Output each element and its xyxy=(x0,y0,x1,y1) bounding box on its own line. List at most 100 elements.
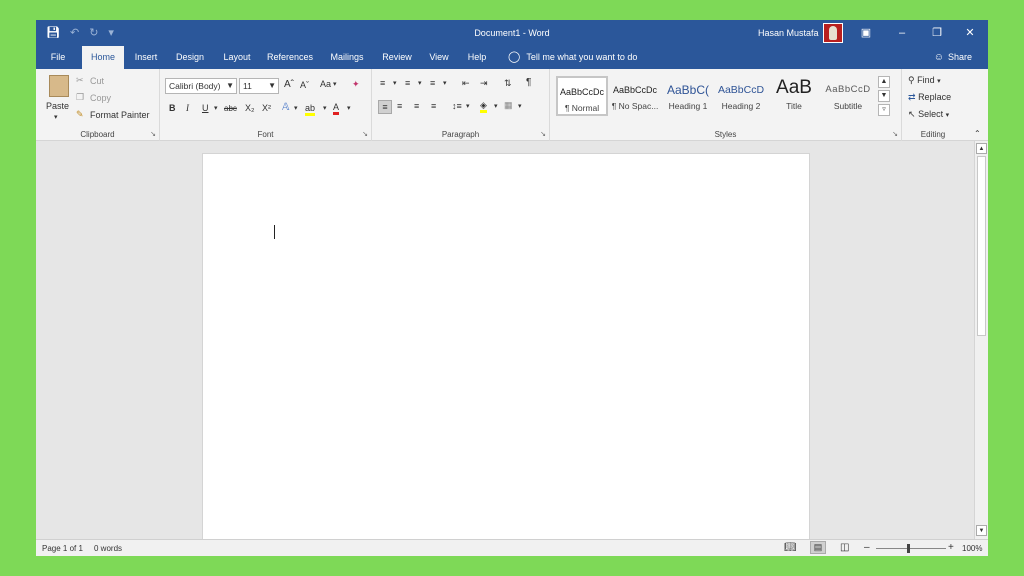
chevron-down-icon[interactable]: ▾ xyxy=(466,102,470,110)
zoom-level[interactable]: 100% xyxy=(962,544,982,553)
scroll-up-icon[interactable]: ▲ xyxy=(976,143,987,154)
justify-icon[interactable]: ≡ xyxy=(431,101,436,111)
style-subtitle[interactable]: AaBbCcD Subtitle xyxy=(821,76,875,116)
grow-font-icon[interactable]: Aˆ xyxy=(284,79,294,90)
word-count[interactable]: 0 words xyxy=(94,544,122,553)
bold-button[interactable]: B xyxy=(169,103,176,113)
style-title[interactable]: AaB Title xyxy=(768,76,820,116)
tab-layout[interactable]: Layout xyxy=(216,46,258,69)
underline-button[interactable]: U xyxy=(202,103,209,113)
share-button[interactable]: ☺ Share xyxy=(934,46,972,69)
align-center-icon[interactable]: ≡ xyxy=(397,101,402,111)
chevron-down-icon[interactable]: ▾ xyxy=(443,79,447,87)
styles-launcher-icon[interactable]: ↘ xyxy=(892,130,898,138)
style-no-spacing[interactable]: AaBbCcDc ¶ No Spac... xyxy=(609,76,661,116)
zoom-slider-thumb[interactable] xyxy=(907,544,910,553)
chevron-down-icon[interactable]: ▾ xyxy=(347,104,351,112)
change-case-button[interactable]: Aa xyxy=(320,79,331,89)
select-button[interactable]: ↖ Select ▾ xyxy=(908,109,949,120)
line-spacing-icon[interactable]: ↕≡ xyxy=(452,101,462,111)
paste-button[interactable]: Paste xyxy=(46,101,69,111)
subscript-button[interactable]: X₂ xyxy=(245,103,255,113)
minimize-icon[interactable]: – xyxy=(884,20,920,46)
chevron-down-icon[interactable]: ▾ xyxy=(214,104,218,112)
zoom-slider[interactable] xyxy=(876,548,946,549)
chevron-down-icon[interactable]: ▾ xyxy=(294,104,298,112)
web-layout-icon[interactable]: ◫ xyxy=(840,542,849,553)
clear-formatting-icon[interactable]: ✦ xyxy=(352,79,360,90)
user-name[interactable]: Hasan Mustafa xyxy=(758,28,819,38)
shrink-font-icon[interactable]: Aˇ xyxy=(300,80,309,90)
chevron-down-icon[interactable]: ▾ xyxy=(494,102,498,110)
style-normal[interactable]: AaBbCcDc ¶ Normal xyxy=(556,76,608,116)
tell-me-search[interactable]: ◯ Tell me what you want to do xyxy=(508,46,637,69)
print-layout-icon[interactable]: ▤ xyxy=(810,541,826,554)
chevron-down-icon[interactable]: ▾ xyxy=(518,102,522,110)
styles-scroll-down-icon[interactable]: ▼ xyxy=(878,90,890,102)
show-marks-button[interactable]: ¶ xyxy=(526,77,531,88)
tab-home[interactable]: Home xyxy=(82,46,124,69)
styles-more-icon[interactable]: ▿ xyxy=(878,104,890,116)
highlight-icon[interactable]: ab xyxy=(305,103,316,116)
chevron-down-icon[interactable]: ▾ xyxy=(418,79,422,87)
document-page[interactable] xyxy=(202,153,810,539)
align-left-icon[interactable]: ≡ xyxy=(378,100,392,114)
font-name-value: Calibri (Body) xyxy=(169,81,221,91)
zoom-out-icon[interactable]: – xyxy=(864,542,870,553)
paste-icon[interactable] xyxy=(49,75,69,97)
font-name-box[interactable]: Calibri (Body) ▼ xyxy=(165,78,237,94)
clipboard-launcher-icon[interactable]: ↘ xyxy=(150,130,156,138)
close-icon[interactable]: ✕ xyxy=(952,20,988,46)
cut-button[interactable]: Cut xyxy=(90,76,104,86)
paste-dropdown-icon[interactable]: ▾ xyxy=(54,113,58,121)
avatar[interactable] xyxy=(823,23,843,43)
font-launcher-icon[interactable]: ↘ xyxy=(362,130,368,138)
styles-group: AaBbCcDc ¶ Normal AaBbCcDc ¶ No Spac... … xyxy=(550,69,902,141)
chevron-down-icon[interactable]: ▾ xyxy=(333,80,337,88)
ribbon-display-options-icon[interactable]: ▣ xyxy=(848,20,884,46)
style-heading-2[interactable]: AaBbCcD Heading 2 xyxy=(715,76,767,116)
paragraph-launcher-icon[interactable]: ↘ xyxy=(540,130,546,138)
tab-help[interactable]: Help xyxy=(462,46,492,69)
zoom-in-icon[interactable]: + xyxy=(948,542,954,553)
tab-design[interactable]: Design xyxy=(170,46,210,69)
text-effects-icon[interactable]: 𝔸 xyxy=(282,102,289,113)
vertical-scrollbar[interactable]: ▲ ▼ xyxy=(974,141,988,539)
scroll-thumb[interactable] xyxy=(977,156,986,336)
restore-icon[interactable]: ❐ xyxy=(919,20,955,46)
font-color-button[interactable]: A xyxy=(333,102,340,115)
italic-button[interactable]: I xyxy=(186,103,189,113)
numbering-icon[interactable]: ≡ xyxy=(405,78,410,88)
page-count[interactable]: Page 1 of 1 xyxy=(42,544,83,553)
decrease-indent-icon[interactable]: ⇤ xyxy=(462,78,470,89)
multilevel-list-icon[interactable]: ≡ xyxy=(430,78,435,88)
find-button[interactable]: ⚲ Find ▾ xyxy=(908,75,941,86)
format-painter-button[interactable]: Format Painter xyxy=(90,110,150,120)
style-sample: AaBbCcDc xyxy=(559,87,604,97)
copy-button[interactable]: Copy xyxy=(90,93,111,103)
sort-icon[interactable]: ⇅ xyxy=(504,78,512,89)
style-heading-1[interactable]: AaBbC( Heading 1 xyxy=(662,76,714,116)
increase-indent-icon[interactable]: ⇥ xyxy=(480,78,488,89)
tab-insert[interactable]: Insert xyxy=(128,46,164,69)
tab-file[interactable]: File xyxy=(42,46,74,69)
tab-references[interactable]: References xyxy=(264,46,316,69)
chevron-down-icon[interactable]: ▾ xyxy=(323,104,327,112)
styles-scroll-up-icon[interactable]: ▲ xyxy=(878,76,890,88)
scroll-down-icon[interactable]: ▼ xyxy=(976,525,987,536)
align-right-icon[interactable]: ≡ xyxy=(414,101,419,111)
tab-mailings[interactable]: Mailings xyxy=(324,46,370,69)
chevron-down-icon[interactable]: ▾ xyxy=(393,79,397,87)
font-size-box[interactable]: 11 ▼ xyxy=(239,78,279,94)
tab-review[interactable]: Review xyxy=(378,46,416,69)
shading-icon[interactable]: ◈ xyxy=(480,100,487,113)
replace-button[interactable]: ⇄ Replace xyxy=(908,92,951,103)
borders-icon[interactable]: ▦ xyxy=(504,100,513,111)
strikethrough-button[interactable]: abc xyxy=(224,104,237,113)
search-icon: ⚲ xyxy=(908,75,915,85)
superscript-button[interactable]: X² xyxy=(262,103,271,113)
read-mode-icon[interactable]: 📖︎ xyxy=(784,542,797,553)
collapse-ribbon-icon[interactable]: ⌃ xyxy=(974,129,981,138)
tab-view[interactable]: View xyxy=(424,46,454,69)
bullets-icon[interactable]: ≡ xyxy=(380,78,385,88)
